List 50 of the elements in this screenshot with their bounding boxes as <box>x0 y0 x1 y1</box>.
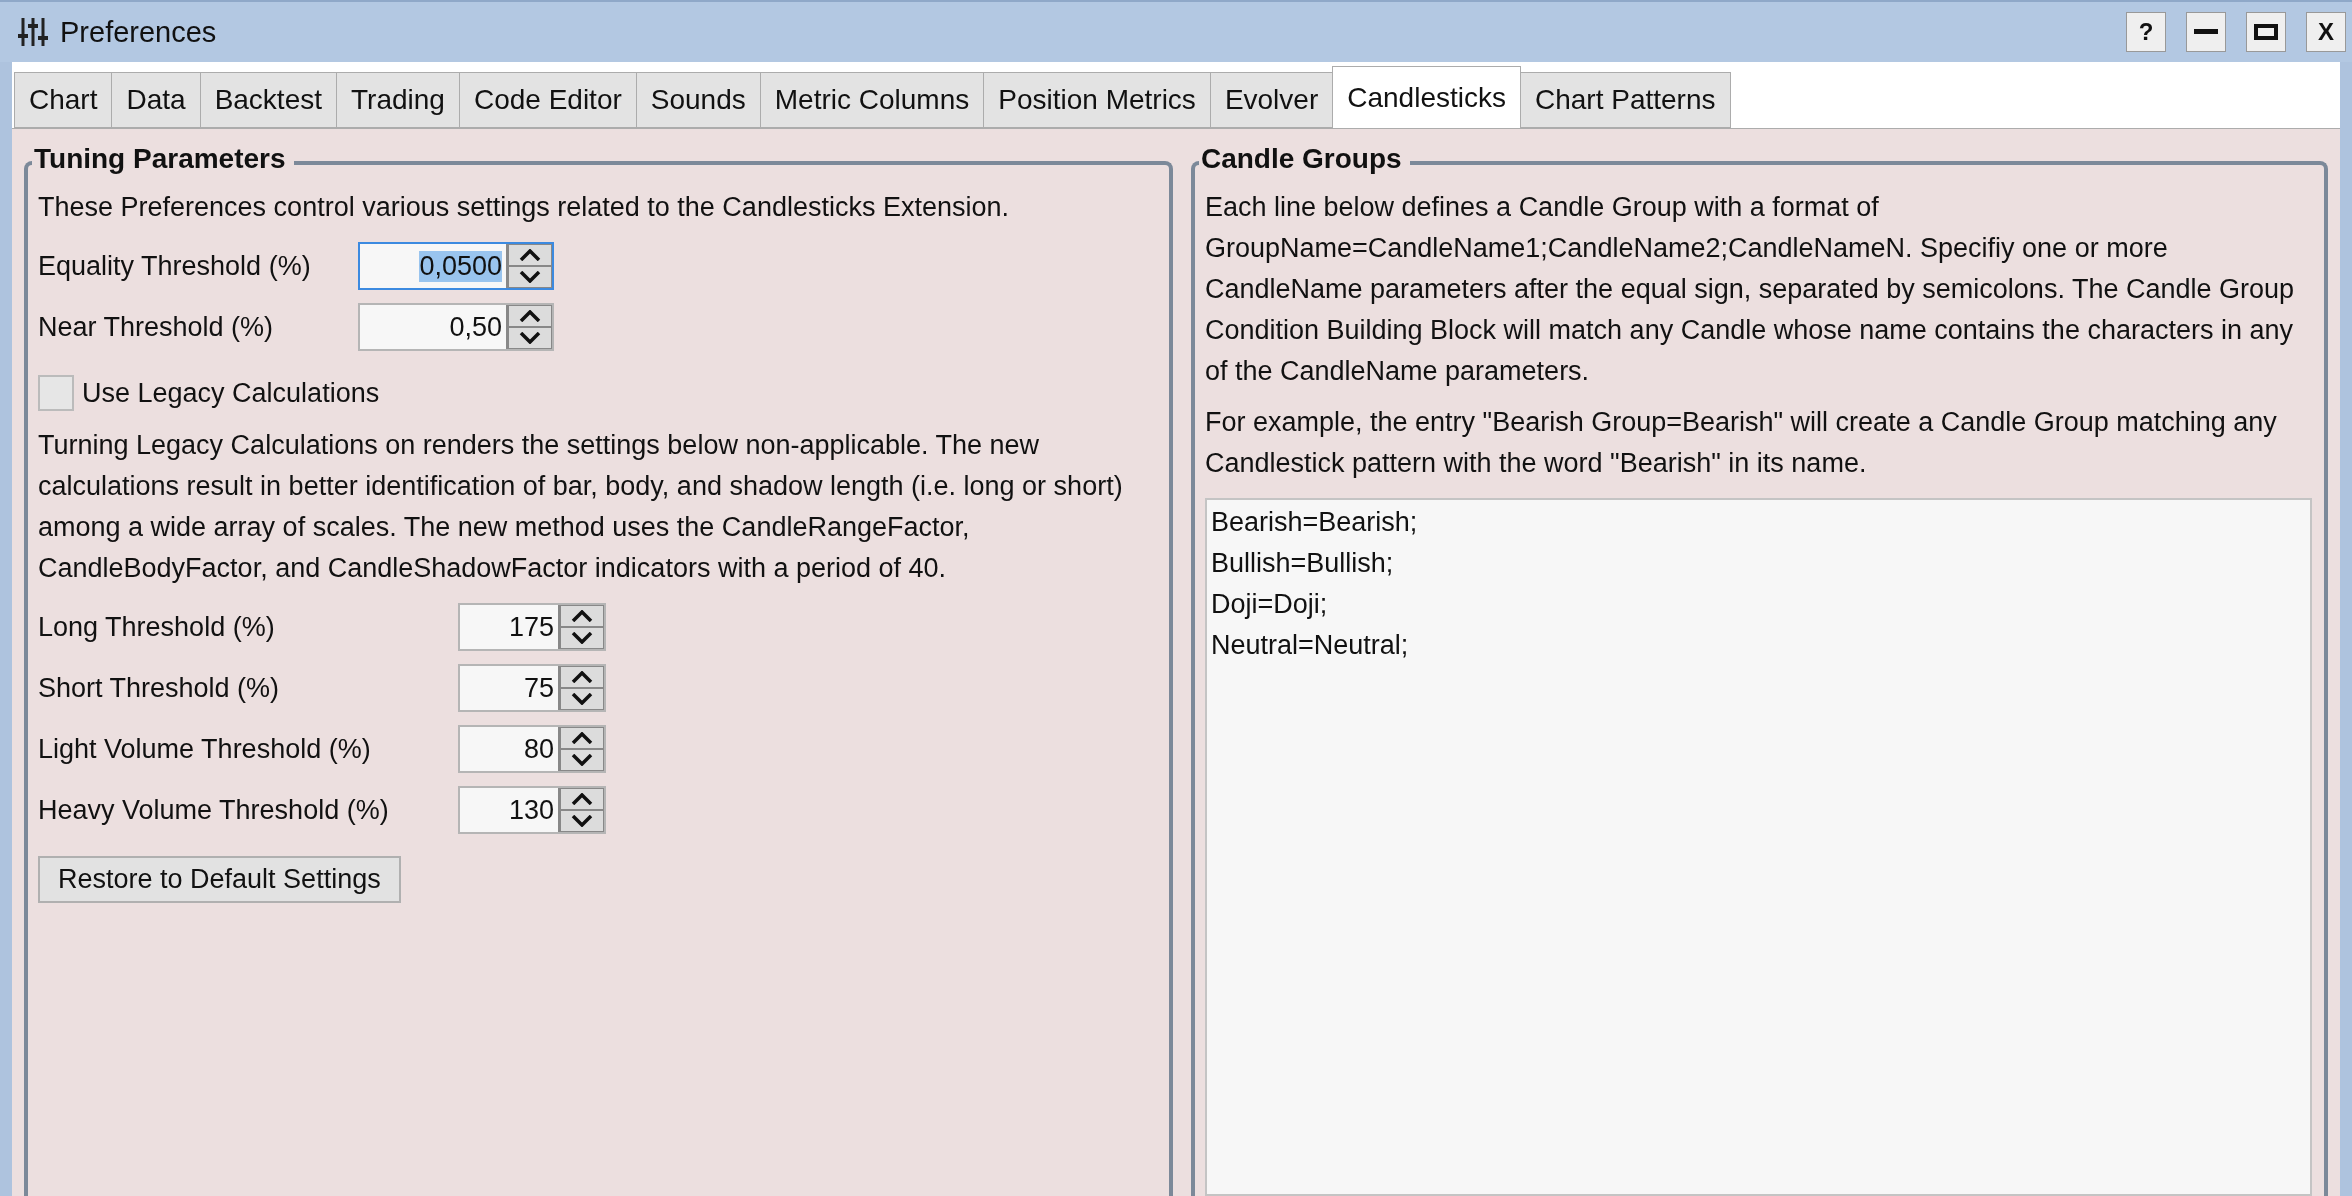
decrement-button[interactable] <box>560 688 604 710</box>
increment-button[interactable] <box>560 727 604 749</box>
tab[interactable]: Backtest <box>199 72 337 128</box>
decrement-button[interactable] <box>508 327 552 349</box>
decrement-button[interactable] <box>560 810 604 832</box>
decrement-button[interactable] <box>560 749 604 771</box>
field-label: Near Threshold (%) <box>38 311 274 343</box>
increment-button[interactable] <box>560 788 604 810</box>
window-button[interactable]: X <box>2306 12 2346 52</box>
increment-button[interactable] <box>560 605 604 627</box>
window-button[interactable]: ? <box>2126 12 2166 52</box>
minimize-icon <box>2194 29 2218 35</box>
number-spin-field[interactable]: 130 <box>458 786 606 834</box>
tab[interactable]: Code Editor <box>458 72 637 128</box>
minimize-button[interactable] <box>2186 12 2226 52</box>
number-spin-field[interactable]: 80 <box>458 725 606 773</box>
decrement-button[interactable] <box>508 266 552 288</box>
checkbox-label: Use Legacy Calculations <box>82 377 380 409</box>
number-spin-field[interactable]: 0,50 <box>358 303 554 351</box>
field-label: Heavy Volume Threshold (%) <box>38 794 389 826</box>
field-label: Short Threshold (%) <box>38 672 280 704</box>
sliders-icon <box>18 16 48 48</box>
decrement-button[interactable] <box>560 627 604 649</box>
maximize-button[interactable] <box>2246 12 2286 52</box>
number-spin-field[interactable]: 0,0500 <box>358 242 554 290</box>
number-spin-field[interactable]: 175 <box>458 603 606 651</box>
restore-defaults-button[interactable]: Restore to Default Settings <box>38 856 401 903</box>
increment-button[interactable] <box>508 244 552 266</box>
tab[interactable]: Evolver <box>1209 72 1334 128</box>
window-title: Preferences <box>60 15 218 49</box>
note-text: Turning Legacy Calculations on renders the settings below non-applicable. The new calculations result in better identification of bar, body, and shadow length (i.e. long or short) among a wide array of scales. The new method uses the CandleRangeFactor, CandleBodyFactor, and CandleShadowFactor indicators with a period of 40. <box>38 429 1124 585</box>
tab[interactable]: Position Metrics <box>983 72 1211 128</box>
increment-button[interactable] <box>560 666 604 688</box>
tab[interactable]: Metric Columns <box>759 72 985 128</box>
tab[interactable]: Chart Patterns <box>1520 72 1731 128</box>
field-label: Equality Threshold (%) <box>38 250 311 282</box>
tab[interactable]: Data <box>111 72 201 128</box>
number-spin-field[interactable]: 75 <box>458 664 606 712</box>
intro-text: These Preferences control various settings related to the Candlesticks Extension. <box>38 191 1010 224</box>
tab[interactable]: Trading <box>336 72 460 128</box>
candle-groups-text-area[interactable]: Bearish=Bearish; Bullish=Bullish; Doji=Doji; Neutral=Neutral; <box>1204 498 2312 1196</box>
increment-button[interactable] <box>508 305 552 327</box>
tab[interactable]: Sounds <box>635 72 761 128</box>
field-label: Light Volume Threshold (%) <box>38 733 371 765</box>
example-text: For example, the entry "Bearish Group=Bearish" will create a Candle Group matching any Candlestick pattern with the word "Bearish" in its name. <box>1204 406 2278 480</box>
description-text: Each line below defines a Candle Group with a format of GroupName=CandleName1;CandleName2;CandleNameN. Specifiy one or more CandleName parameters after the equal sign, separated by semicolons. The Candle Group Condition Building Block will match any Candle whose name contains the characters in any of the CandleName parameters. <box>1204 191 2296 388</box>
tab[interactable]: Chart <box>14 72 113 128</box>
field-label: Long Threshold (%) <box>38 611 275 643</box>
checkbox[interactable] <box>38 375 74 411</box>
maximize-icon <box>2254 24 2278 40</box>
